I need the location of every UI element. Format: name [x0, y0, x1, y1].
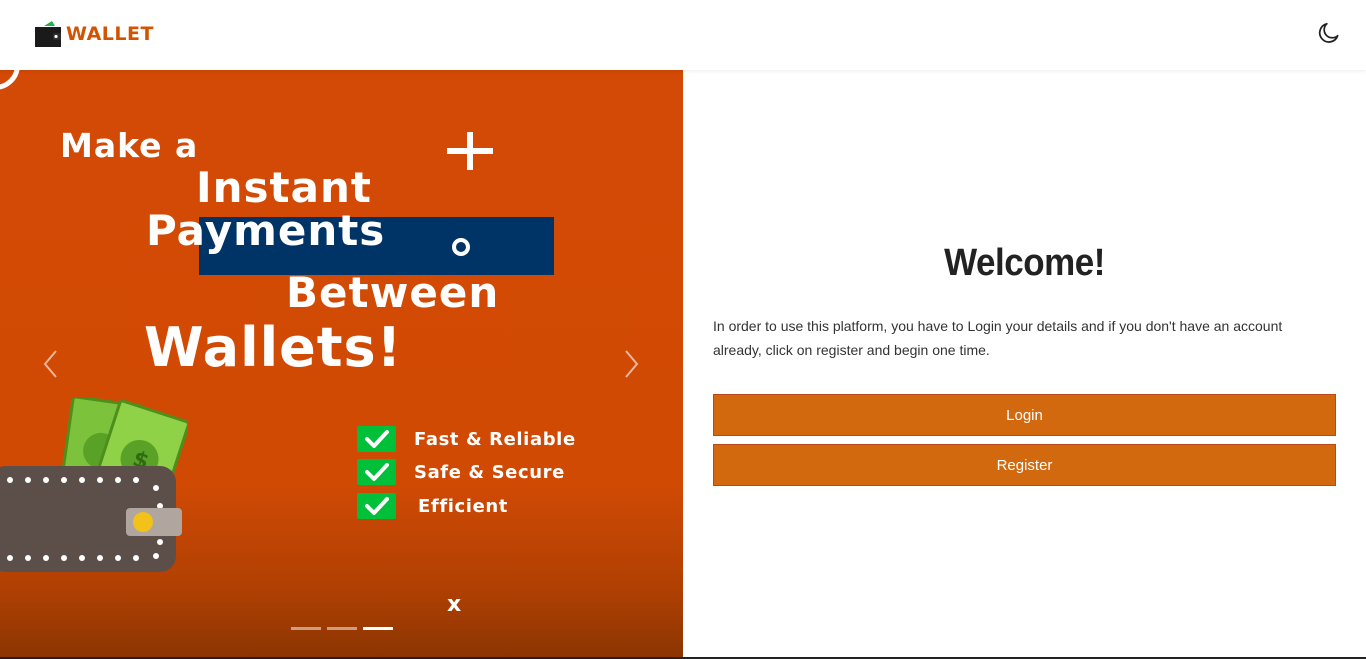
- feature-item: Efficient: [357, 493, 508, 519]
- intro-text: In order to use this platform, you have …: [713, 318, 1283, 358]
- wallet-illustration: [0, 466, 182, 572]
- checkmark-icon: [357, 459, 396, 485]
- feature-label: Fast & Reliable: [414, 428, 576, 450]
- hero-line-2: Instant: [196, 163, 372, 212]
- checkmark-icon: [357, 493, 396, 519]
- carousel-indicators: [291, 627, 393, 630]
- decorative-x: x: [447, 592, 462, 617]
- top-header: WALLET: [0, 0, 1366, 70]
- plus-icon: [447, 132, 493, 170]
- carousel-indicator-1[interactable]: [291, 627, 321, 630]
- wallet-logo-icon: [35, 21, 61, 47]
- feature-label: Efficient: [418, 495, 508, 517]
- feature-label: Safe & Secure: [414, 461, 565, 483]
- brand-name: WALLET: [66, 23, 154, 45]
- carousel-indicator-3[interactable]: [363, 627, 393, 630]
- decorative-circle: [452, 238, 470, 256]
- hero-line-1: Make a: [60, 126, 199, 165]
- hero-line-5: Wallets!: [144, 316, 403, 379]
- brand-logo[interactable]: WALLET: [34, 20, 154, 48]
- carousel-prev-button[interactable]: [40, 347, 62, 381]
- checkmark-icon: [357, 426, 396, 452]
- feature-item: Fast & Reliable: [357, 426, 576, 452]
- register-button[interactable]: Register: [713, 444, 1336, 486]
- chevron-right-icon: [625, 350, 639, 378]
- theme-toggle-button[interactable]: [1316, 20, 1342, 46]
- decorative-ring: [0, 70, 20, 90]
- welcome-panel: Welcome! In order to use this platform, …: [683, 70, 1366, 657]
- promo-carousel: Make a Instant Payments Between Wallets!…: [0, 70, 683, 657]
- page-title: Welcome!: [944, 242, 1105, 284]
- carousel-next-button[interactable]: [620, 347, 642, 381]
- carousel-indicator-2[interactable]: [327, 627, 357, 630]
- moon-icon: [1318, 22, 1339, 43]
- feature-item: Safe & Secure: [357, 459, 565, 485]
- login-button[interactable]: Login: [713, 394, 1336, 436]
- chevron-left-icon: [43, 350, 57, 378]
- hero-line-4: Between: [286, 268, 500, 317]
- hero-line-3: Payments: [146, 206, 386, 255]
